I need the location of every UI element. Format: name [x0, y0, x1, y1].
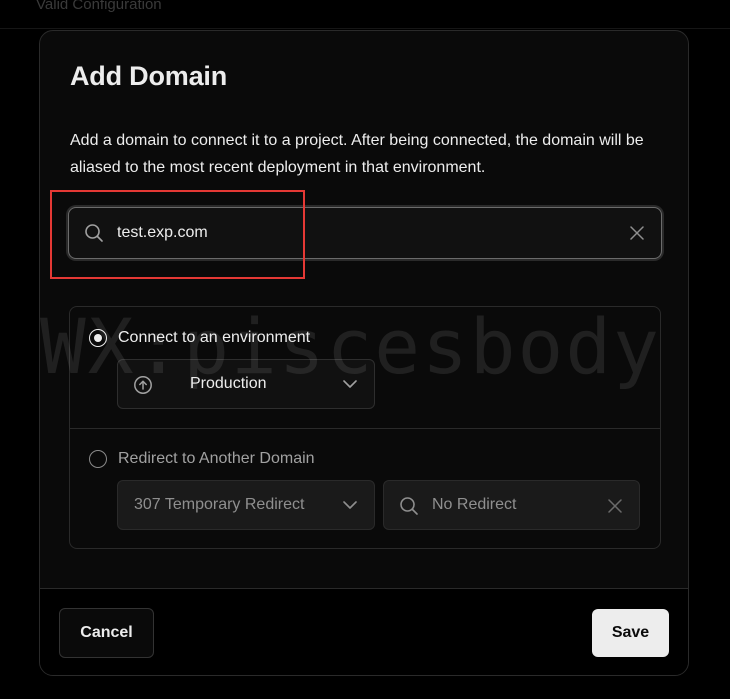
redirect-target-container: [383, 480, 640, 530]
environment-select-value: Production: [190, 375, 267, 392]
arrow-up-circle-icon: [133, 375, 153, 395]
chevron-down-icon: [342, 499, 358, 511]
environment-select[interactable]: Production: [117, 359, 375, 409]
redirect-domain-option[interactable]: Redirect to Another Domain: [89, 450, 315, 468]
add-domain-modal: Add Domain Add a domain to connect it to…: [39, 30, 689, 676]
cancel-button[interactable]: Cancel: [59, 608, 154, 658]
redirect-target-input[interactable]: [432, 481, 592, 529]
domain-input[interactable]: [117, 208, 597, 258]
search-icon: [398, 495, 420, 517]
redirect-type-value: 307 Temporary Redirect: [134, 496, 305, 513]
modal-title: Add Domain: [70, 61, 227, 91]
redirect-type-select[interactable]: 307 Temporary Redirect: [117, 480, 375, 530]
domain-options-card: Connect to an environment Production Red…: [69, 306, 661, 549]
modal-description: Add a domain to connect it to a project.…: [70, 132, 644, 176]
redirect-domain-label: Redirect to Another Domain: [118, 450, 315, 467]
clear-redirect-icon[interactable]: [607, 498, 623, 514]
domain-input-container: [68, 207, 662, 259]
connect-environment-label: Connect to an environment: [118, 329, 311, 346]
options-divider: [70, 428, 660, 429]
background-divider: [0, 28, 730, 29]
chevron-down-icon: [342, 378, 358, 390]
search-icon: [83, 222, 105, 244]
background-status-text: Valid Configuration: [36, 0, 162, 13]
connect-environment-option[interactable]: Connect to an environment: [89, 329, 310, 347]
redirect-domain-radio[interactable]: [89, 450, 107, 468]
connect-environment-radio[interactable]: [89, 329, 107, 347]
save-button[interactable]: Save: [592, 609, 669, 657]
clear-input-icon[interactable]: [629, 225, 645, 241]
modal-footer: Cancel Save: [40, 588, 688, 675]
